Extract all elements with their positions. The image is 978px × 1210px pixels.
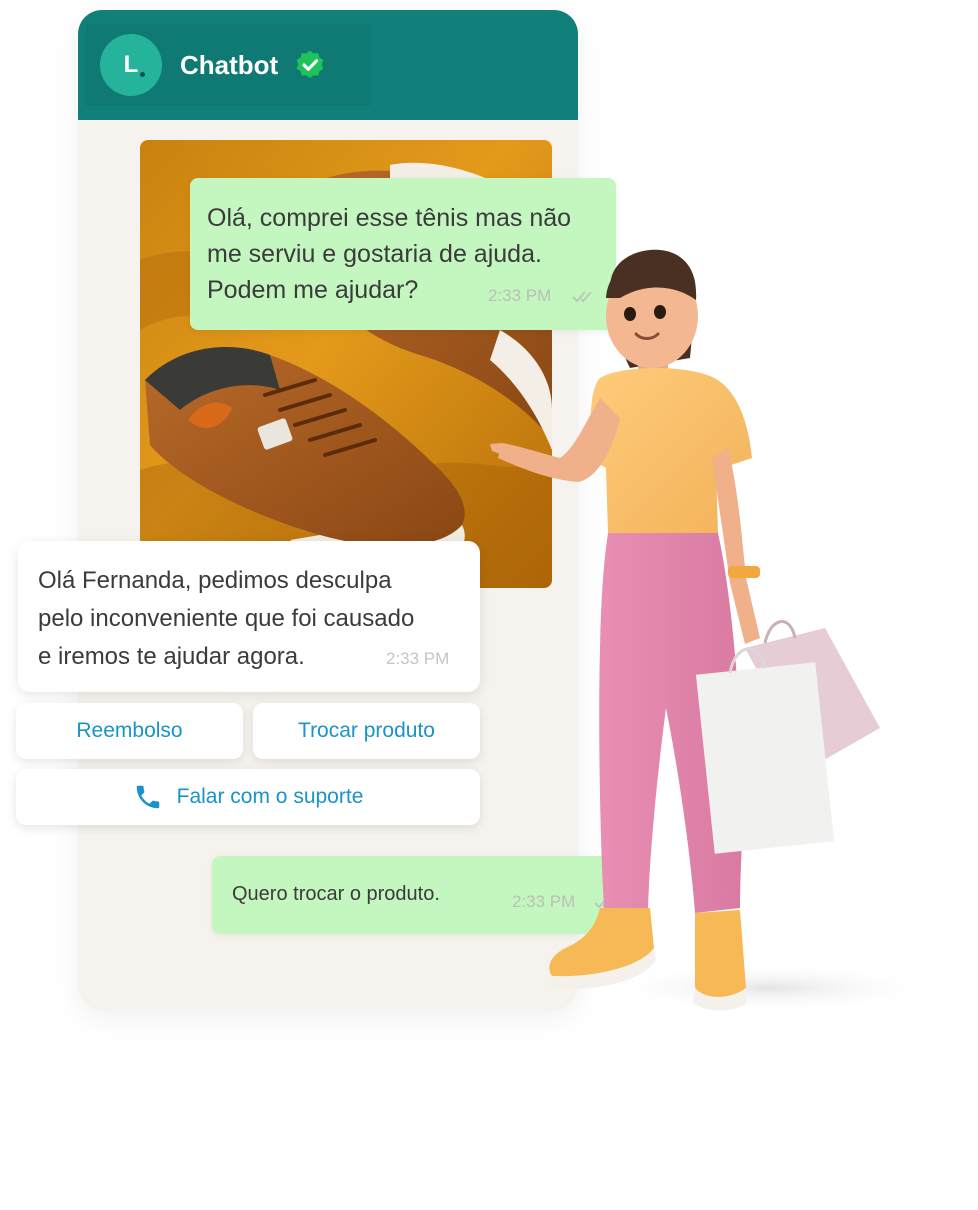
bot-message-text: Olá Fernanda, pedimos desculpa pelo inco… — [38, 562, 414, 676]
verified-check-icon — [296, 50, 324, 79]
contact-support-label: Falar com o suporte — [176, 785, 364, 808]
refund-button[interactable]: Reembolso — [16, 703, 243, 759]
customer-message-line: Olá, comprei esse tênis mas não — [207, 204, 572, 232]
avatar-letter: L — [123, 51, 139, 78]
phone-icon — [136, 785, 159, 809]
bot-message-bubble[interactable]: Olá Fernanda, pedimos desculpa pelo inco… — [18, 541, 480, 692]
exchange-product-button[interactable]: Trocar produto — [253, 703, 480, 759]
customer-message-text-2: Quero trocar o produto. — [232, 883, 440, 905]
bot-message-line: Olá Fernanda, pedimos desculpa — [38, 567, 392, 594]
chat-title: Chatbot — [180, 49, 279, 80]
chat-header-profile[interactable]: L Chatbot — [86, 24, 370, 106]
bot-message-line: pelo inconveniente que foi causado — [38, 605, 415, 632]
bot-message-time: 2:33 PM — [386, 649, 450, 668]
chat-header: L Chatbot — [78, 10, 578, 120]
avatar[interactable]: L — [100, 34, 162, 96]
avatar-dot — [140, 72, 145, 77]
bot-message-line: e iremos te ajudar agora. — [38, 643, 305, 670]
contact-support-button[interactable]: Falar com o suporte — [16, 769, 480, 825]
shopper-character-illustration — [490, 249, 910, 1012]
